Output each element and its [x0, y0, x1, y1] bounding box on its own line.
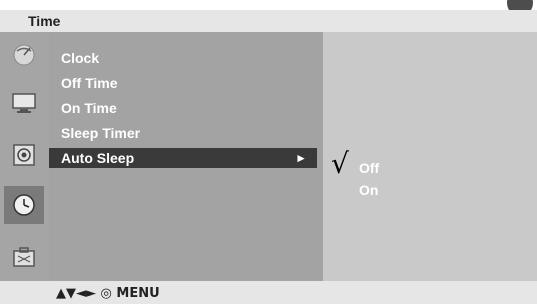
menu-item-off-time[interactable]: Off Time [61, 75, 118, 91]
category-rail [0, 32, 49, 281]
rail-item-time[interactable] [4, 186, 44, 224]
time-menu-list: Clock Off Time On Time Sleep Timer Auto … [49, 32, 323, 281]
auto-sleep-options: √ Off On [323, 32, 537, 281]
rail-item-station[interactable] [4, 36, 44, 74]
rail-item-option[interactable] [4, 238, 44, 276]
menu-item-sleep-timer[interactable]: Sleep Timer [61, 125, 140, 141]
rail-item-picture[interactable] [4, 84, 44, 122]
right-arrow-icon: ► [295, 151, 307, 165]
nav-hint-bar: ▲▼◄► ◎ MENU [0, 281, 537, 304]
page-title: Time [28, 13, 61, 29]
toolbox-option-icon [12, 246, 36, 268]
clock-time-icon [11, 192, 37, 218]
satellite-dish-icon [11, 42, 37, 68]
osd-menu: Clock Off Time On Time Sleep Timer Auto … [0, 32, 537, 281]
menu-item-label: Auto Sleep [61, 150, 135, 166]
option-on[interactable]: On [359, 182, 378, 198]
picture-monitor-icon [11, 92, 37, 114]
checkmark-icon: √ [331, 147, 349, 180]
menu-item-auto-sleep[interactable]: Auto Sleep ► [49, 148, 317, 168]
menu-item-clock[interactable]: Clock [61, 50, 99, 66]
rail-item-audio[interactable] [4, 136, 44, 174]
option-off[interactable]: Off [359, 160, 379, 176]
nav-hint: ▲▼◄► ◎ MENU [56, 286, 160, 301]
title-bar: Time [0, 10, 537, 32]
menu-item-on-time[interactable]: On Time [61, 100, 117, 116]
speaker-audio-icon [12, 143, 36, 167]
